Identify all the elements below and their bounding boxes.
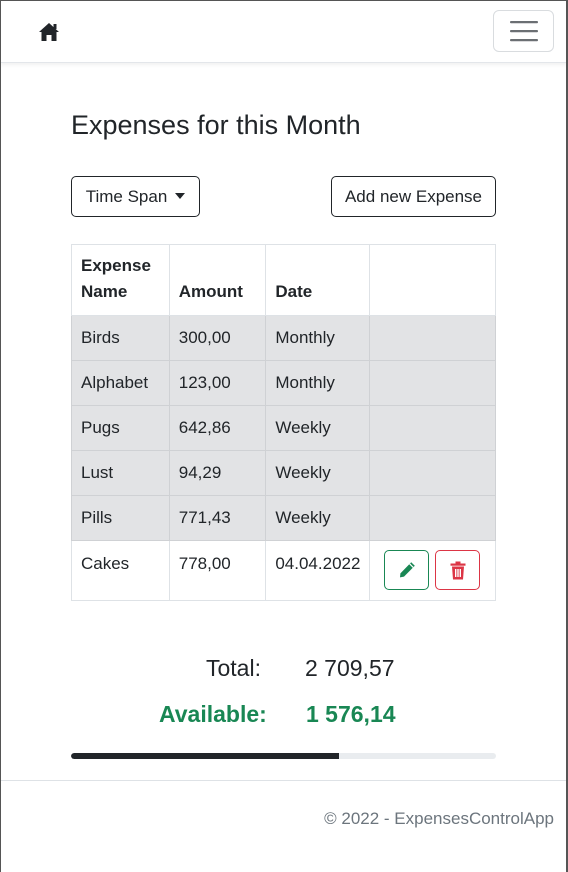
header-date: Date: [265, 244, 371, 316]
navbar-toggler-button[interactable]: [493, 10, 554, 52]
cell-amount: 94,29: [168, 450, 267, 496]
cell-name: Lust: [71, 450, 170, 496]
header-amount: Amount: [168, 244, 267, 316]
pencil-icon: [399, 562, 415, 578]
add-expense-button[interactable]: Add new Expense: [331, 176, 496, 217]
cell-name: Alphabet: [71, 360, 170, 406]
table-row: Birds 300,00 Monthly: [71, 315, 496, 361]
footer-divider: [0, 780, 568, 781]
home-icon: [39, 23, 59, 41]
cell-actions: [369, 360, 496, 406]
cell-date: 04.04.2022: [265, 540, 371, 601]
table-row: Lust 94,29 Weekly: [71, 450, 496, 496]
cell-date: Monthly: [265, 315, 371, 361]
cell-amount: 771,43: [168, 495, 267, 541]
trash-icon: [450, 561, 466, 579]
cell-name: Pugs: [71, 405, 170, 451]
total-value: 2 709,57: [305, 655, 395, 681]
cell-actions: [369, 495, 496, 541]
table-row: Alphabet 123,00 Monthly: [71, 360, 496, 406]
cell-actions: [369, 450, 496, 496]
home-link[interactable]: [38, 22, 62, 44]
time-span-dropdown-button[interactable]: Time Span: [71, 176, 200, 217]
cell-date: Weekly: [265, 450, 371, 496]
cell-amount: 642,86: [168, 405, 267, 451]
header-expense-name: Expense Name: [71, 244, 170, 316]
caret-down-icon: [175, 192, 186, 199]
cell-name: Birds: [71, 315, 170, 361]
time-span-label: Time Span: [85, 186, 168, 206]
budget-progress-bar: [71, 753, 496, 759]
cell-date: Weekly: [265, 405, 371, 451]
cell-actions: [369, 315, 496, 361]
add-expense-label: Add new Expense: [344, 186, 483, 206]
table-header-row: Expense Name Amount Date: [71, 244, 496, 316]
table-row: Pills 771,43 Weekly: [71, 495, 496, 541]
cell-date: Monthly: [265, 360, 371, 406]
available-value: 1 576,14: [306, 701, 396, 727]
edit-expense-button[interactable]: [384, 550, 430, 590]
cell-amount: 778,00: [168, 540, 267, 601]
navbar: [0, 0, 568, 63]
available-label: Available:: [159, 701, 267, 727]
delete-expense-button[interactable]: [435, 550, 481, 590]
cell-name: Pills: [71, 495, 170, 541]
total-label: Total:: [206, 655, 261, 681]
budget-progress-fill: [71, 753, 339, 759]
header-actions: [369, 244, 496, 316]
expenses-table: Expense Name Amount Date Birds 300,00 Mo…: [71, 244, 496, 601]
cell-date: Weekly: [265, 495, 371, 541]
table-row: Pugs 642,86 Weekly: [71, 405, 496, 451]
table-row: Cakes 778,00 04.04.2022: [71, 540, 496, 601]
hamburger-menu-icon: [509, 21, 538, 42]
cell-actions: [369, 405, 496, 451]
cell-actions: [369, 540, 496, 601]
footer-copyright: © 2022 - ExpensesControlApp: [324, 809, 554, 828]
cell-amount: 300,00: [168, 315, 267, 361]
cell-name: Cakes: [71, 540, 170, 601]
page-title: Expenses for this Month: [71, 110, 361, 140]
cell-amount: 123,00: [168, 360, 267, 406]
